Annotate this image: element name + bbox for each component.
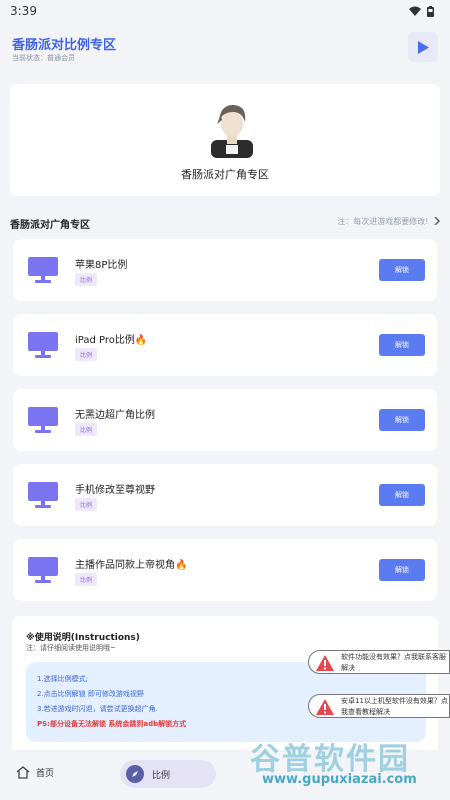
card-tag: 比例 — [75, 273, 98, 286]
unlock-button[interactable]: 解锁 — [379, 334, 425, 356]
instruction-step: 1.选择比例模式; — [37, 675, 89, 683]
ratio-card: 主播作品同款上帝视角🔥 比例 解锁 — [13, 539, 437, 601]
ratio-card: 苹果8P比例 比例 解锁 — [13, 239, 437, 301]
battery-icon — [427, 5, 434, 17]
watermark-url: www.gupuxiazai.com — [262, 772, 417, 787]
card-title: 苹果8P比例 — [75, 260, 128, 271]
card-title: 无黑边超广角比例 — [75, 410, 155, 421]
membership-status: 当前状态：普通会员 — [12, 54, 75, 62]
ratio-card: 无黑边超广角比例 比例 解锁 — [13, 389, 437, 451]
instructions-title: ※使用说明(Instructions) — [26, 633, 140, 643]
instructions-panel: ※使用说明(Instructions) 注：请仔细阅读使用说明哦~ 1.选择比例… — [12, 616, 438, 750]
monitor-icon — [28, 407, 58, 433]
watermark: 谷普软件园 www.gupuxiazai.com — [240, 734, 450, 794]
wifi-icon — [409, 6, 421, 16]
ratio-card: iPad Pro比例🔥 比例 解锁 — [13, 314, 437, 376]
status-time: 3:39 — [10, 4, 37, 18]
avatar — [211, 104, 253, 158]
section-title: 香肠派对广角专区 — [10, 220, 90, 231]
section-note-text: 注：每次进游戏都要修改! — [337, 217, 429, 226]
app-bar: 香肠派对比例专区 当前状态：普通会员 — [0, 26, 450, 72]
ratio-card: 手机修改至尊视野 比例 解锁 — [13, 464, 437, 526]
card-tag: 比例 — [75, 573, 98, 586]
instructions-subtitle: 注：请仔细阅读使用说明哦~ — [26, 644, 116, 652]
section-note[interactable]: 注：每次进游戏都要修改! — [337, 216, 440, 227]
card-tag: 比例 — [75, 498, 98, 511]
nav-ratio-label: 比例 — [152, 770, 171, 781]
help-bubble-tutorial[interactable]: 安卓11以上机型软件没有效果？点我查看教程解决 — [308, 694, 450, 718]
card-tag: 比例 — [75, 423, 98, 436]
app-title: 香肠派对比例专区 — [12, 38, 117, 53]
monitor-icon — [28, 557, 58, 583]
instruction-step: 3.若进游戏时闪退，请尝试更换超广角. — [37, 705, 158, 713]
nav-ratio[interactable]: 比例 — [120, 760, 216, 788]
status-bar: 3:39 — [0, 0, 450, 22]
nav-home-label: 首页 — [36, 769, 55, 779]
instruction-warning: PS:部分设备无法解锁 系统会跳到adb解锁方式 — [37, 720, 187, 728]
status-icons — [409, 5, 434, 17]
unlock-button[interactable]: 解锁 — [379, 484, 425, 506]
chevron-right-icon — [434, 216, 440, 226]
home-icon — [16, 766, 30, 779]
card-tag: 比例 — [75, 348, 98, 361]
card-title: iPad Pro比例🔥 — [75, 335, 148, 346]
monitor-icon — [28, 257, 58, 283]
nav-home[interactable]: 首页 — [16, 766, 54, 779]
monitor-icon — [28, 332, 58, 358]
unlock-button[interactable]: 解锁 — [379, 259, 425, 281]
section-header: 香肠派对广角专区 注：每次进游戏都要修改! — [10, 214, 440, 231]
hero-card: 香肠派对广角专区 — [10, 84, 440, 196]
compass-icon — [126, 765, 144, 783]
monitor-icon — [28, 482, 58, 508]
play-icon — [418, 40, 429, 54]
card-title: 手机修改至尊视野 — [75, 485, 155, 496]
help-bubble-support[interactable]: 软件功能没有效果？点我联系客服解决 — [308, 650, 450, 674]
help-bubble-text: 软件功能没有效果？点我联系客服解决 — [341, 653, 446, 672]
card-title: 主播作品同款上帝视角🔥 — [75, 560, 188, 571]
help-bubble-text: 安卓11以上机型软件没有效果？点我查看教程解决 — [341, 697, 448, 716]
hero-title: 香肠派对广角专区 — [181, 168, 269, 181]
instruction-step: 2.点击比例解锁 即可修改游戏视野 — [37, 690, 144, 698]
unlock-button[interactable]: 解锁 — [379, 559, 425, 581]
warning-icon — [316, 699, 334, 715]
unlock-button[interactable]: 解锁 — [379, 409, 425, 431]
play-button[interactable] — [408, 32, 438, 62]
warning-icon — [316, 655, 334, 671]
